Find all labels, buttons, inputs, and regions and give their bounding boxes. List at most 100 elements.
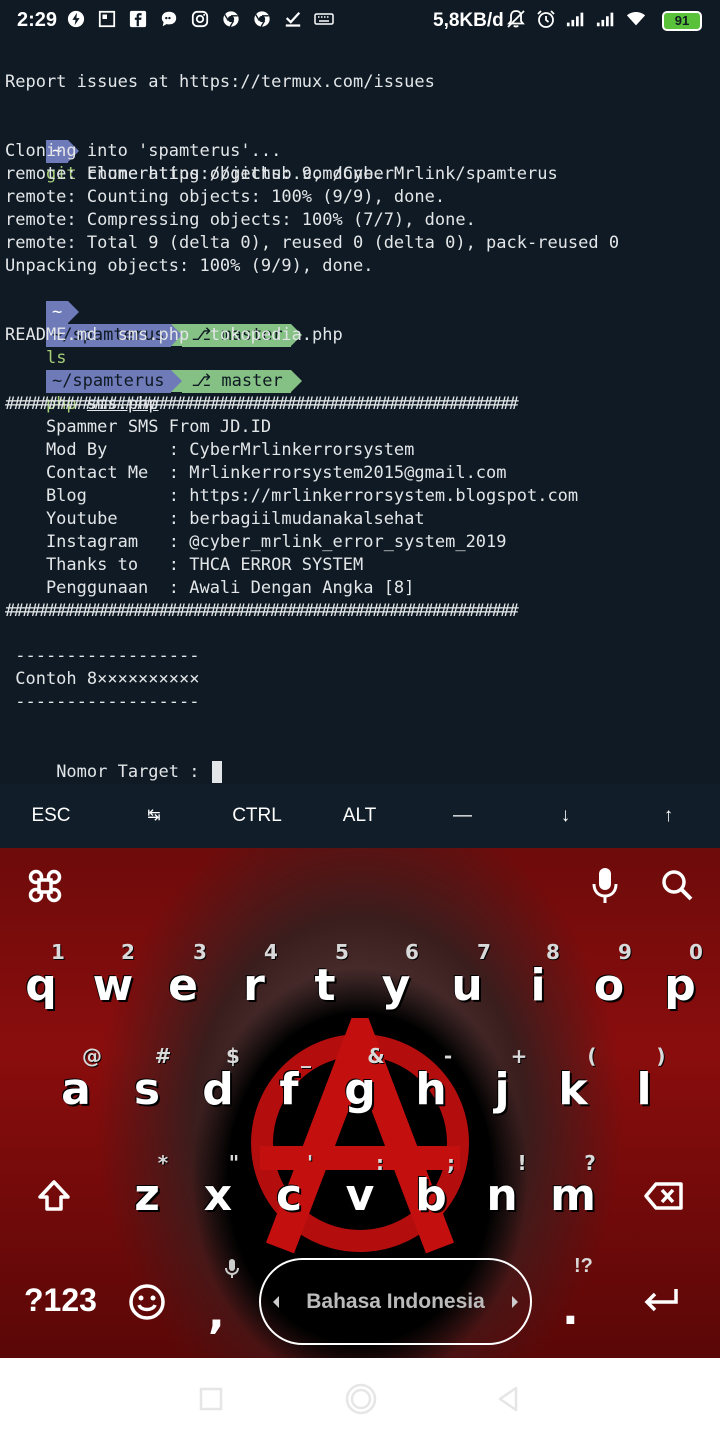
tab-key[interactable]: ↹ <box>102 784 206 848</box>
key-p[interactable]: p <box>645 960 715 1011</box>
output-line: remote: Enumerating objects: 9, done. <box>5 164 384 184</box>
extra-keys-row: ESC ↹ CTRL ALT — ↓ ↑ <box>0 784 720 848</box>
banner-border: ########################################… <box>5 601 519 621</box>
check-icon <box>283 9 303 29</box>
notification-icons <box>66 9 334 29</box>
key-n[interactable]: n <box>467 1170 537 1221</box>
status-time: 2:29 <box>17 9 58 31</box>
symbols-key[interactable]: ?123 <box>24 1282 97 1319</box>
recents-button[interactable] <box>196 1384 226 1414</box>
key-g[interactable]: g <box>325 1064 395 1115</box>
home-button[interactable] <box>344 1382 378 1416</box>
key-v[interactable]: v <box>325 1170 395 1221</box>
prompt-arrow <box>290 370 302 392</box>
input-prompt-label: Nomor Target : <box>45 762 210 782</box>
banner-border: ########################################… <box>5 394 519 414</box>
banner-line: Blog : https://mrlinkerrorsystem.blogspo… <box>5 486 579 506</box>
input-line[interactable]: Nomor Target : <box>5 738 222 783</box>
shift-key[interactable] <box>36 1178 72 1219</box>
key-o[interactable]: o <box>574 960 644 1011</box>
banner-line: Penggunaan : Awali Dengan Angka [8] <box>5 578 415 598</box>
example-line: Contoh 8×××××××××× <box>5 669 200 689</box>
key-h[interactable]: h <box>396 1064 466 1115</box>
key-m[interactable]: m <box>538 1170 608 1221</box>
esc-key[interactable]: ESC <box>0 784 102 848</box>
output-line: Cloning into 'spamterus'... <box>5 141 282 161</box>
wifi-icon <box>626 9 646 29</box>
enter-key[interactable] <box>642 1286 680 1321</box>
output-line: remote: Counting objects: 100% (9/9), do… <box>5 187 446 207</box>
prompt-arrow <box>170 370 182 392</box>
key-c[interactable]: c <box>254 1170 324 1221</box>
key-x[interactable]: x <box>183 1170 253 1221</box>
output-line: Unpacking objects: 100% (9/9), done. <box>5 256 374 276</box>
ls-output: README.md sms.php tokopedia.php <box>5 325 343 345</box>
key-d[interactable]: d <box>183 1064 253 1115</box>
key-q[interactable]: q <box>6 960 76 1011</box>
prompt-line: ~/spamterus ⎇ master php sms.php <box>5 347 302 414</box>
battery-indicator: 91 <box>662 11 702 31</box>
banner-line: Contact Me : Mrlinkerrorsystem2015@gmail… <box>5 463 507 483</box>
banner-line: Mod By : CyberMrlinkerrorsystem <box>5 440 415 460</box>
backspace-key[interactable] <box>644 1181 684 1216</box>
system-icons <box>506 9 646 29</box>
ctrl-key[interactable]: CTRL <box>206 784 308 848</box>
terminal-screen[interactable]: Report issues at https://termux.com/issu… <box>0 44 720 784</box>
language-prev-icon <box>271 1260 281 1343</box>
voice-typing-icon <box>224 1258 240 1285</box>
banner-line: Spammer SMS From JD.ID <box>5 417 272 437</box>
key-t[interactable]: t <box>290 960 360 1011</box>
key-f[interactable]: f <box>254 1064 324 1115</box>
key-hint: !? <box>574 1255 593 1277</box>
key-b[interactable]: b <box>396 1170 466 1221</box>
key-a[interactable]: a <box>41 1064 111 1115</box>
key-i[interactable]: i <box>503 960 573 1011</box>
prompt-dir-segment: ~/spamterus <box>45 370 171 393</box>
chat-icon <box>159 9 179 29</box>
key-z[interactable]: z <box>112 1170 182 1221</box>
instagram-icon <box>190 9 210 29</box>
keyboard-icon <box>314 9 334 29</box>
chrome-icon <box>221 9 241 29</box>
prompt-line: ~ cd spamterus <box>5 278 169 345</box>
output-line: remote: Compressing objects: 100% (7/7),… <box>5 210 476 230</box>
comma-key[interactable]: , <box>208 1288 225 1339</box>
prompt-line: ~ git clone https://github.com/CyberMrli… <box>5 117 558 184</box>
language-next-icon <box>510 1260 520 1343</box>
banner-line: Instagram : @cyber_mrlink_error_system_2… <box>5 532 507 552</box>
key-k[interactable]: k <box>538 1064 608 1115</box>
alt-key[interactable]: ALT <box>308 784 411 848</box>
key-j[interactable]: j <box>467 1064 537 1115</box>
flash-icon <box>66 9 86 29</box>
dash-line: ------------------ <box>5 692 200 712</box>
dash-line: ------------------ <box>5 646 200 666</box>
signal-icon <box>566 9 586 29</box>
square-icon <box>97 9 117 29</box>
emoji-icon[interactable] <box>128 1283 166 1326</box>
banner-line: Thanks to : THCA ERROR SYSTEM <box>5 555 364 575</box>
key-e[interactable]: e <box>148 960 218 1011</box>
key-w[interactable]: w <box>78 960 148 1011</box>
down-arrow-key[interactable]: ↓ <box>514 784 617 848</box>
key-l[interactable]: l <box>609 1064 679 1115</box>
key-u[interactable]: u <box>432 960 502 1011</box>
space-key[interactable]: Bahasa Indonesia <box>259 1258 532 1345</box>
search-icon[interactable] <box>660 868 694 906</box>
prompt-git-segment: ⎇ master <box>181 370 291 393</box>
facebook-icon <box>128 9 148 29</box>
microphone-icon[interactable] <box>590 866 620 910</box>
keyboard-menu-icon[interactable] <box>27 868 63 908</box>
banner-line: Youtube : berbagiilmudanakalsehat <box>5 509 425 529</box>
chrome-icon <box>252 9 272 29</box>
signal-icon <box>596 9 616 29</box>
key-r[interactable]: r <box>219 960 289 1011</box>
key-s[interactable]: s <box>112 1064 182 1115</box>
back-button[interactable] <box>494 1384 524 1414</box>
text-cursor <box>211 761 222 783</box>
key-y[interactable]: y <box>361 960 431 1011</box>
status-bar: 2:29 5,8KB/d 91 <box>0 0 720 44</box>
dash-key[interactable]: — <box>411 784 514 848</box>
up-arrow-key[interactable]: ↑ <box>617 784 720 848</box>
navigation-bar <box>0 1358 720 1440</box>
period-key[interactable]: . <box>562 1284 579 1335</box>
